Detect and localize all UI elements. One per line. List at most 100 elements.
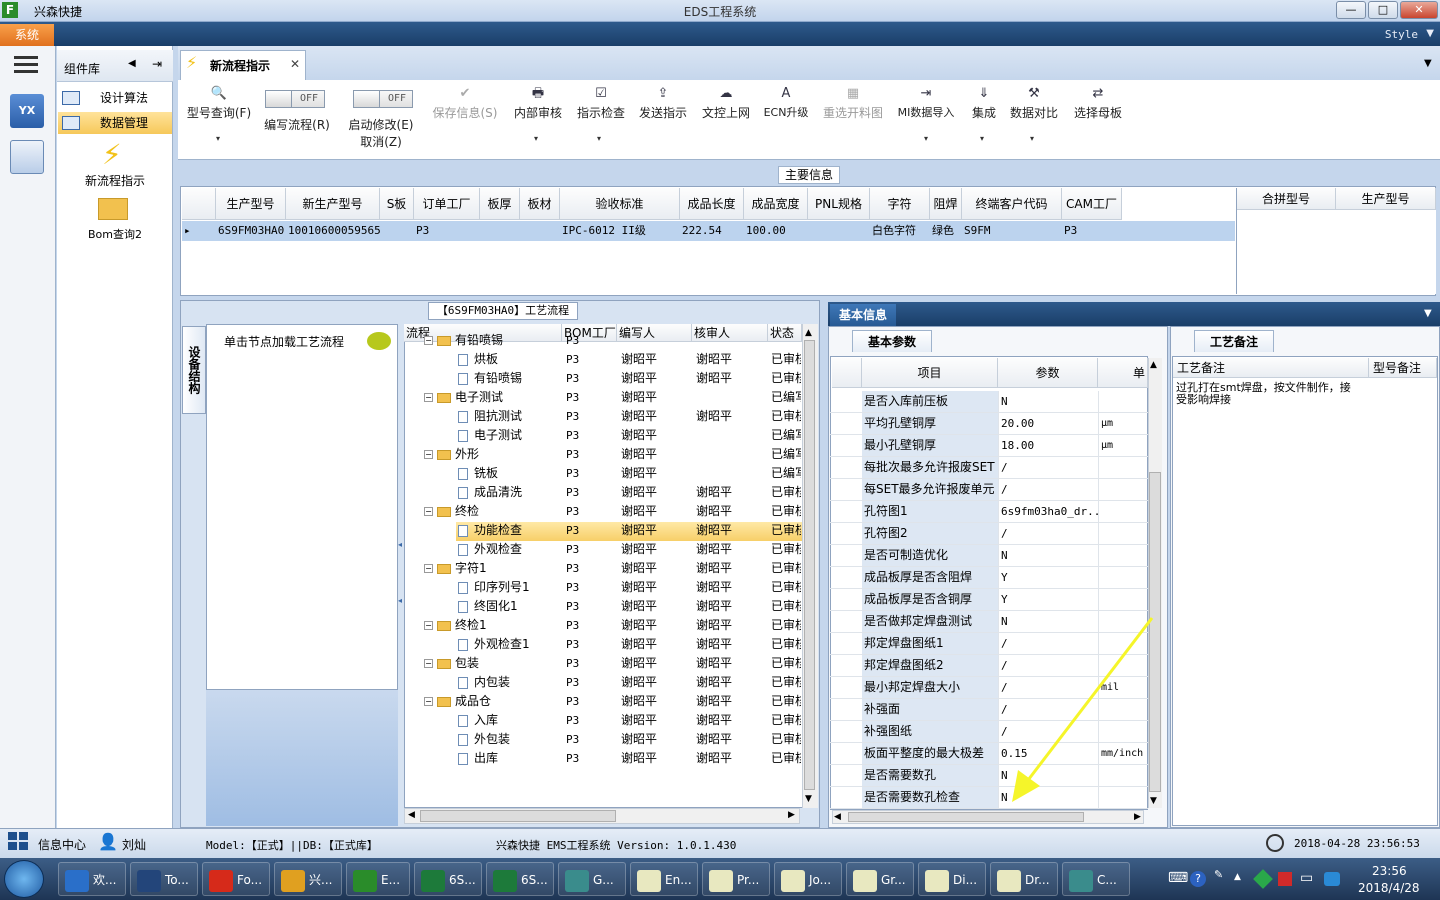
param-value[interactable]: / (998, 457, 1098, 478)
scroll-up-icon[interactable]: ▲ (1150, 360, 1157, 370)
taskbar-item-9[interactable]: Pr... (702, 862, 770, 896)
collapse-icon[interactable]: − (424, 507, 433, 516)
tree-row-6[interactable]: − 外形 (424, 445, 562, 464)
scroll-up-icon[interactable]: ▲ (805, 328, 812, 338)
tab-basic-params[interactable]: 基本参数 (852, 330, 932, 352)
integrate-button[interactable]: ⇓ 集成 (966, 84, 1002, 121)
mi-data-import-button[interactable]: ⇥ MI数据导入 (893, 84, 959, 120)
tree-row-22[interactable]: 出库 (458, 749, 562, 768)
taskbar-item-8[interactable]: En... (630, 862, 698, 896)
main-cell-5[interactable] (522, 221, 560, 241)
doc-control-online-button[interactable]: ☁ 文控上网 (700, 84, 752, 121)
craft-note-text[interactable]: 过孔打在smt焊盘，按文件制作，接受影响焊接 (1176, 382, 1356, 406)
cancel-label[interactable]: 取消(Z) (344, 133, 418, 150)
tab-craft-notes[interactable]: 工艺备注 (1194, 330, 1274, 352)
tree-row-20[interactable]: 入库 (458, 711, 562, 730)
internal-review-button[interactable]: 🖶 内部审核 (512, 84, 564, 121)
main-cell-9[interactable] (810, 221, 870, 241)
tree-row-5[interactable]: 电子测试 (458, 426, 562, 445)
taskbar-clock-time[interactable]: 23:56 (1372, 864, 1407, 878)
taskbar-item-10[interactable]: Jo... (774, 862, 842, 896)
param-value[interactable]: N (998, 391, 1098, 412)
taskbar-item-0[interactable]: 欢... (58, 862, 126, 896)
instruction-check-button[interactable]: ☑ 指示检查 (575, 84, 627, 121)
splitter-right-icon[interactable]: ◂ (398, 596, 402, 605)
panel-dropdown-icon[interactable]: ▼ (1424, 308, 1432, 319)
reselect-cutting-chart-button[interactable]: ▦ 重选开料图 (820, 84, 886, 121)
tree-row-15[interactable]: − 终检1 (424, 616, 562, 635)
maximize-button[interactable]: □ (1368, 1, 1398, 19)
tree-row-17[interactable]: − 包装 (424, 654, 562, 673)
taskbar-item-7[interactable]: G... (558, 862, 626, 896)
tree-scroll-thumb[interactable] (804, 340, 815, 790)
tab-basic-info[interactable]: 基本信息 (830, 304, 896, 326)
tree-row-9[interactable]: − 终检 (424, 502, 562, 521)
taskbar-clock-date[interactable]: 2018/4/28 (1358, 881, 1420, 895)
display-icon[interactable]: ▭ (1300, 870, 1313, 886)
lightning-icon[interactable]: ⚡ (102, 138, 122, 171)
instruction-check-dropdown-icon[interactable]: ▾ (597, 134, 601, 143)
param-value[interactable]: 20.00 (998, 413, 1098, 434)
close-tab-icon[interactable]: ✕ (290, 57, 300, 71)
collapse-icon[interactable]: − (424, 393, 433, 402)
tree-row-12[interactable]: − 字符1 (424, 559, 562, 578)
help-icon[interactable]: ? (1190, 871, 1206, 887)
tree-row-11[interactable]: 外观检查 (458, 540, 562, 559)
tree-row-8[interactable]: 成品清洗 (458, 483, 562, 502)
tree-row-13[interactable]: 印序列号1 (458, 578, 562, 597)
mi-import-dropdown-icon[interactable]: ▾ (924, 134, 928, 143)
tree-hscroll-thumb[interactable] (420, 810, 616, 822)
main-cell-13[interactable]: P3 (1064, 221, 1122, 241)
model-query-button[interactable]: 🔍 型号查询(F) (184, 84, 254, 121)
network-alert-icon[interactable] (1278, 872, 1292, 886)
minimize-button[interactable]: — (1336, 1, 1366, 19)
taskbar-item-4[interactable]: E... (346, 862, 410, 896)
taskbar-item-5[interactable]: 6S... (414, 862, 482, 896)
equipment-structure-tab[interactable]: 设备结构 (182, 326, 206, 414)
tree-row-10[interactable]: 功能检查 (458, 521, 562, 540)
scroll-right-icon[interactable]: ▶ (1134, 812, 1141, 822)
param-value[interactable]: / (998, 523, 1098, 544)
keyboard-icon[interactable]: ⌨ (1168, 870, 1188, 886)
scroll-down-icon[interactable]: ▼ (805, 794, 812, 804)
tree-row-19[interactable]: − 成品仓 (424, 692, 562, 711)
taskbar-item-2[interactable]: Fo... (202, 862, 270, 896)
scroll-left-icon[interactable]: ◀ (408, 810, 415, 820)
complib-new-flow-instruction[interactable]: 新流程指示 (60, 172, 170, 189)
taskbar-item-13[interactable]: Dr... (990, 862, 1058, 896)
taskbar-item-1[interactable]: To... (130, 862, 198, 896)
main-cell-2[interactable] (382, 221, 414, 241)
app-tray-icon[interactable] (1324, 872, 1340, 886)
param-value[interactable]: 6s9fm03ha0_dr... (998, 501, 1098, 522)
collapse-left-icon[interactable]: ◀ (128, 58, 136, 69)
tree-row-3[interactable]: − 电子测试 (424, 388, 562, 407)
tray-expand-icon[interactable]: ▲ (1234, 872, 1241, 882)
data-compare-button[interactable]: ⚒ 数据对比 (1008, 84, 1060, 121)
collapse-icon[interactable]: − (424, 450, 433, 459)
taskbar-item-14[interactable]: C... (1062, 862, 1130, 896)
tab-list-dropdown-icon[interactable]: ▼ (1424, 58, 1432, 69)
tree-row-7[interactable]: 铣板 (458, 464, 562, 483)
main-cell-3[interactable]: P3 (416, 221, 480, 241)
main-cell-6[interactable]: IPC-6012 II级 (562, 221, 680, 241)
data-compare-dropdown-icon[interactable]: ▾ (1030, 134, 1034, 143)
collapse-icon[interactable]: − (424, 697, 433, 706)
collapse-icon[interactable]: − (424, 336, 433, 345)
tree-row-21[interactable]: 外包装 (458, 730, 562, 749)
param-value[interactable]: 18.00 (998, 435, 1098, 456)
complib-bom-query2[interactable]: Bom查询2 (60, 226, 170, 242)
param-value[interactable]: Y (998, 567, 1098, 588)
collapse-icon[interactable]: − (424, 621, 433, 630)
main-cell-0[interactable]: 6S9FM03HA0 (218, 221, 286, 241)
scroll-right-icon[interactable]: ▶ (788, 810, 795, 820)
param-value[interactable]: / (998, 479, 1098, 500)
main-cell-1[interactable]: 10010600059565 (288, 221, 380, 241)
hamburger-menu-icon[interactable] (14, 56, 38, 76)
taskbar-item-12[interactable]: Di... (918, 862, 986, 896)
param-value[interactable]: Y (998, 589, 1098, 610)
collapse-icon[interactable]: − (424, 564, 433, 573)
scroll-left-icon[interactable]: ◀ (834, 812, 841, 822)
main-cell-11[interactable]: 绿色 (932, 221, 962, 241)
pin-panel-icon[interactable]: ⇥ (152, 57, 162, 71)
ecn-upgrade-button[interactable]: A ECN升级 (761, 84, 811, 120)
